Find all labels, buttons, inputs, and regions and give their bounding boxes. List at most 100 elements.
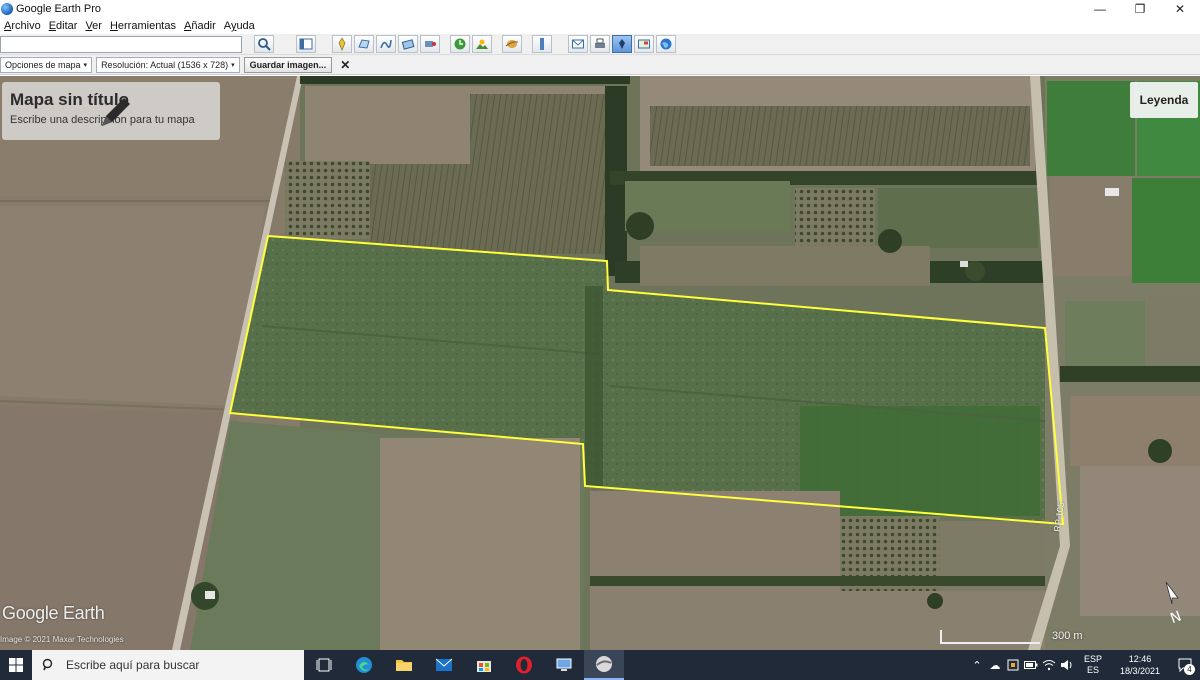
menu-bar: Archivo Editar Ver Herramientas Añadir A… [0, 18, 1200, 34]
menu-ver[interactable]: Ver [85, 20, 102, 32]
windows-taskbar: Escribe aquí para buscar ⌃ ☁ ESP ES 12:4… [0, 650, 1200, 680]
satellite-imagery [0, 76, 1200, 650]
start-button[interactable] [0, 650, 32, 680]
resolution-dropdown[interactable]: Resolución: Actual (1536 x 728) ▾ [96, 56, 240, 73]
north-arrow-icon[interactable]: N [1160, 580, 1190, 628]
image-overlay-icon [401, 39, 415, 50]
opera-icon [516, 656, 532, 674]
antivirus-shield-icon[interactable] [1004, 650, 1022, 680]
add-image-overlay-button[interactable] [398, 35, 418, 53]
menu-anadir[interactable]: Añadir [184, 20, 216, 32]
sunlight-button[interactable] [472, 35, 492, 53]
maximize-button[interactable]: ❐ [1120, 0, 1160, 18]
svg-text:N: N [1168, 608, 1183, 627]
shopping-bag-icon [477, 661, 491, 672]
search-input[interactable] [0, 35, 242, 53]
clock-globe-icon [454, 38, 466, 50]
scale-label: 300 m [1052, 630, 1083, 642]
print-button[interactable] [590, 35, 610, 53]
legend-button[interactable]: Leyenda [1130, 82, 1198, 118]
google-earth-window: Google Earth Pro — ❐ ✕ Archivo Editar Ve… [0, 0, 1200, 680]
earth-gallery-button[interactable] [656, 35, 676, 53]
network-computer-icon [556, 658, 572, 671]
task-view-button[interactable] [304, 650, 344, 680]
search-button[interactable] [254, 35, 274, 53]
sun-landscape-icon [476, 39, 488, 49]
email-button[interactable] [568, 35, 588, 53]
ruler-button[interactable] [532, 35, 552, 53]
image-options-bar: Opciones de mapa ▾ Resolución: Actual (1… [0, 55, 1200, 75]
historical-imagery-button[interactable] [450, 35, 470, 53]
volume-icon[interactable] [1058, 650, 1076, 680]
keyboard-layout: ES [1086, 665, 1099, 675]
language-code: ESP [1083, 654, 1102, 664]
google-earth-taskbar-app[interactable] [584, 650, 624, 680]
wifi-icon[interactable] [1040, 650, 1058, 680]
view-in-maps-button[interactable] [634, 35, 654, 53]
action-center-button[interactable]: 4 [1170, 650, 1200, 680]
planet-icon [505, 40, 519, 48]
taskbar-search[interactable]: Escribe aquí para buscar [32, 650, 304, 680]
map-view-icon [638, 39, 650, 49]
minimize-button[interactable]: — [1080, 0, 1120, 18]
chevron-up-icon[interactable]: ⌃ [968, 650, 986, 680]
google-earth-logo: Google Earth [2, 603, 105, 623]
globe-icon [660, 38, 672, 50]
save-image-action-button[interactable]: Guardar imagen... [243, 56, 333, 73]
menu-herramientas[interactable]: Herramientas [110, 20, 176, 32]
placemark-pin-icon [338, 37, 346, 51]
pen-edit-icon [102, 98, 130, 126]
windows-logo-icon [9, 658, 23, 672]
sidebar-icon [299, 38, 313, 50]
printer-icon [595, 38, 605, 48]
mail-app[interactable] [424, 650, 464, 680]
polygon-icon [358, 39, 370, 49]
battery-icon[interactable] [1022, 650, 1040, 680]
menu-archivo[interactable]: Archivo [4, 20, 41, 32]
chevron-down-icon: ▾ [231, 61, 235, 69]
opera-browser-app[interactable] [504, 650, 544, 680]
store-app[interactable] [464, 650, 504, 680]
resolution-label: Resolución: Actual (1536 x 728) [101, 59, 229, 70]
close-button[interactable]: ✕ [1160, 0, 1200, 18]
save-image-button[interactable] [612, 35, 632, 53]
taskbar-search-placeholder: Escribe aquí para buscar [66, 658, 200, 672]
file-explorer-app[interactable] [384, 650, 424, 680]
edge-browser-app[interactable] [344, 650, 384, 680]
windows-network-app[interactable] [544, 650, 584, 680]
map-title-panel[interactable]: Mapa sin título Escribe una descripción … [2, 82, 220, 140]
record-tour-icon [425, 41, 436, 47]
notification-count: 4 [1184, 664, 1195, 675]
input-language[interactable]: ESP ES [1084, 654, 1102, 676]
magnifier-icon [258, 38, 271, 51]
sidebar-toggle-button[interactable] [296, 35, 316, 53]
add-placemark-button[interactable] [332, 35, 352, 53]
toolbar [0, 34, 1200, 55]
title-bar: Google Earth Pro — ❐ ✕ [0, 0, 1200, 18]
add-polygon-button[interactable] [354, 35, 374, 53]
switch-planet-button[interactable] [502, 35, 522, 53]
onedrive-cloud-icon[interactable]: ☁ [986, 650, 1004, 680]
path-icon [380, 39, 392, 49]
chevron-down-icon: ▾ [83, 61, 88, 69]
clock-date: 18/3/2021 [1119, 666, 1160, 676]
map-options-label: Opciones de mapa [5, 59, 81, 70]
save-image-icon [619, 39, 625, 49]
system-tray: ⌃ ☁ ESP ES 12:46 18/3/2021 4 [968, 650, 1200, 680]
map-viewport[interactable]: Mapa sin título Escribe una descripción … [0, 76, 1200, 650]
imagery-copyright: Image © 2021 Maxar Technologies [0, 635, 124, 644]
map-options-dropdown[interactable]: Opciones de mapa ▾ [0, 56, 93, 73]
record-tour-button[interactable] [420, 35, 440, 53]
search-icon [42, 658, 53, 671]
close-options-bar-button[interactable]: ✕ [340, 58, 350, 72]
scale-bar [940, 630, 1040, 644]
menu-ayuda[interactable]: Ayuda [224, 20, 255, 32]
add-path-button[interactable] [376, 35, 396, 53]
menu-editar[interactable]: Editar [49, 20, 78, 32]
clock-time: 12:46 [1128, 654, 1152, 664]
task-view-icon [316, 658, 332, 672]
google-earth-app-icon [1, 3, 13, 15]
window-controls: — ❐ ✕ [1080, 0, 1200, 18]
ruler-icon [540, 38, 544, 50]
taskbar-clock[interactable]: 12:46 18/3/2021 [1120, 653, 1160, 677]
